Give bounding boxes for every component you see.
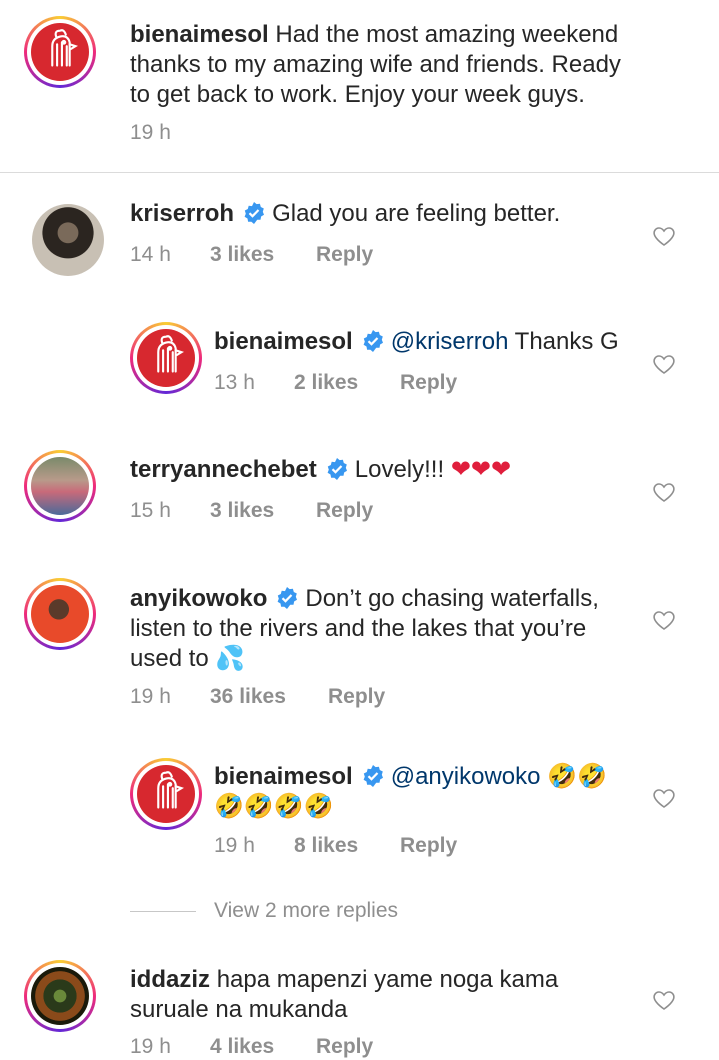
verified-badge-icon [277, 587, 298, 609]
comment-meta: 19 h 4 likes Reply [130, 1034, 373, 1060]
avatar-bienaimesol[interactable] [24, 16, 96, 88]
verified-badge-icon [327, 458, 347, 480]
comment-text: terryannechebet Lovely!!! ❤❤❤ [130, 456, 512, 483]
heart-outline-icon[interactable] [652, 988, 676, 1012]
view-more-replies-button[interactable]: View 2 more replies [130, 898, 398, 924]
avatar-terryannechebet[interactable] [24, 450, 96, 522]
heart-emoji: ❤❤❤ [450, 456, 512, 483]
comment-time: 15 h [130, 499, 171, 522]
caption-text: bienaimesol Had the most amazing weekend… [130, 21, 621, 108]
comment-time: 13 h [214, 371, 255, 394]
caption-time: 19 h [130, 121, 171, 144]
avatar-iddaziz[interactable] [24, 960, 96, 1032]
caption-username[interactable]: bienaimesol [130, 21, 269, 48]
reply-button[interactable]: Reply [316, 1034, 373, 1060]
caption-meta: 19 h [130, 120, 171, 146]
comment-time: 19 h [130, 1035, 171, 1058]
avatar-bienaimesol-reply[interactable] [130, 322, 202, 394]
verified-badge-icon [244, 202, 265, 224]
comment-meta: 19 h 36 likes Reply [130, 684, 385, 710]
comment-username[interactable]: bienaimesol [214, 328, 353, 355]
avatar-anyikowoko[interactable] [24, 578, 96, 650]
comment-username[interactable]: anyikowoko [130, 585, 267, 612]
comment-likes[interactable]: 36 likes [210, 684, 328, 710]
reply-button[interactable]: Reply [328, 684, 385, 710]
comment-time: 19 h [214, 834, 255, 857]
comment-likes[interactable]: 4 likes [210, 1034, 316, 1060]
droplets-emoji: 💦 [215, 645, 246, 672]
rooster-logo-icon [137, 329, 195, 387]
heart-outline-icon[interactable] [652, 608, 676, 632]
comment-text: bienaimesol @kriserroh Thanks G [214, 328, 619, 355]
comment-text: anyikowoko Don’t go chasing waterfalls, l… [130, 585, 599, 672]
mention-link[interactable]: @anyikowoko [391, 763, 541, 790]
reply-button[interactable]: Reply [316, 498, 373, 524]
rooster-logo-icon [31, 23, 89, 81]
comment-meta: 14 h 3 likes Reply [130, 242, 373, 268]
verified-badge-icon [363, 330, 383, 352]
reply-button[interactable]: Reply [400, 370, 457, 396]
comment-likes[interactable]: 3 likes [210, 498, 316, 524]
comment-username[interactable]: terryannechebet [130, 456, 317, 483]
comment-likes[interactable]: 8 likes [294, 833, 400, 859]
laughing-emoji: 🤣🤣🤣🤣 [214, 793, 334, 820]
laughing-emoji: 🤣🤣 [547, 763, 607, 790]
post-caption: bienaimesol Had the most amazing weekend… [0, 0, 719, 173]
divider-line [130, 910, 196, 912]
comment-time: 14 h [130, 243, 171, 266]
heart-outline-icon[interactable] [652, 480, 676, 504]
comment-text: kriserroh Glad you are feeling better. [130, 200, 561, 227]
comment-username[interactable]: kriserroh [130, 200, 234, 227]
avatar-kriserroh[interactable] [32, 204, 104, 276]
heart-outline-icon[interactable] [652, 352, 676, 376]
heart-outline-icon[interactable] [652, 786, 676, 810]
comment-meta: 19 h 8 likes Reply [214, 833, 457, 859]
comment-text: iddaziz hapa mapenzi yame noga kama suru… [130, 966, 559, 1023]
comment-meta: 13 h 2 likes Reply [214, 370, 457, 396]
comment-text: bienaimesol @anyikowoko 🤣🤣 🤣🤣🤣🤣 [214, 762, 607, 822]
comment-likes[interactable]: 3 likes [210, 242, 316, 268]
comment-likes[interactable]: 2 likes [294, 370, 400, 396]
reply-button[interactable]: Reply [316, 242, 373, 268]
comment-meta: 15 h 3 likes Reply [130, 498, 373, 524]
reply-button[interactable]: Reply [400, 833, 457, 859]
avatar-bienaimesol-reply[interactable] [130, 758, 202, 830]
rooster-logo-icon [137, 765, 195, 823]
mention-link[interactable]: @kriserroh [391, 328, 509, 355]
comment-username[interactable]: bienaimesol [214, 763, 353, 790]
comment-time: 19 h [130, 685, 171, 708]
comment-username[interactable]: iddaziz [130, 966, 210, 993]
heart-outline-icon[interactable] [652, 224, 676, 248]
verified-badge-icon [363, 765, 383, 787]
